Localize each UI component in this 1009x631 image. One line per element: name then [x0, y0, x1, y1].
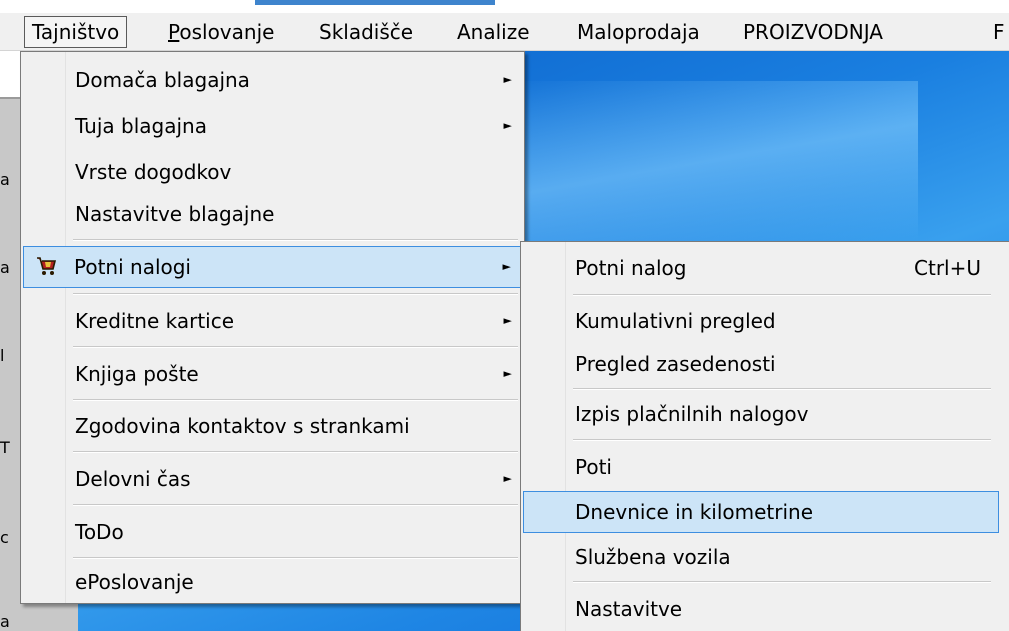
edge-text: l [0, 346, 5, 365]
menu-item-label: Nastavitve [575, 597, 683, 621]
menu-item-label: Zgodovina kontaktov s strankami [75, 414, 410, 438]
submenu-arrow-icon: ► [503, 367, 512, 380]
tajnistvo-dropdown: Domača blagajna ► Tuja blagajna ► Vrste … [20, 51, 525, 604]
menu-separator [573, 294, 991, 296]
menu-item-izpis-placilnih-nalogov[interactable]: Izpis plačnilnih nalogov [523, 394, 1007, 434]
menu-separator [573, 581, 991, 583]
menu-item-label: Nastavitve blagajne [75, 202, 275, 226]
menu-poslovanje-label: oslovanje [179, 20, 275, 44]
edge-text: a [0, 170, 10, 189]
menu-separator [73, 504, 518, 506]
submenu-arrow-icon: ► [503, 119, 512, 132]
menu-item-label: Kreditne kartice [75, 309, 235, 333]
menu-item-dnevnice-in-kilometrine[interactable]: Dnevnice in kilometrine [523, 491, 999, 533]
menu-separator [73, 451, 518, 453]
submenu-arrow-icon: ► [502, 260, 511, 273]
menu-item-domaca-blagajna[interactable]: Domača blagajna ► [23, 60, 522, 100]
menu-item-pregled-zasedenosti[interactable]: Pregled zasedenosti [523, 344, 1007, 384]
potni-nalogi-submenu: Potni nalog Ctrl+U Kumulativni pregled P… [520, 241, 1009, 631]
menu-item-zgodovina-kontaktov[interactable]: Zgodovina kontaktov s strankami [23, 406, 522, 446]
menu-item-delovni-cas[interactable]: Delovni čas ► [23, 459, 522, 499]
menu-item-kreditne-kartice[interactable]: Kreditne kartice ► [23, 301, 522, 341]
menu-item-label: Domača blagajna [75, 68, 250, 92]
menu-item-label: Potni nalogi [74, 255, 191, 279]
menu-bar: Tajništvo Poslovanje Skladišče Analize M… [0, 13, 1009, 51]
menu-separator [73, 346, 518, 348]
edge-text: a [0, 612, 10, 631]
menu-item-label: Izpis plačnilnih nalogov [575, 402, 809, 426]
menu-item-label: Dnevnice in kilometrine [575, 500, 814, 524]
menu-item-label: ToDo [75, 520, 124, 544]
menu-item-knjiga-poste[interactable]: Knjiga pošte ► [23, 354, 522, 394]
menu-separator [73, 293, 518, 295]
menu-item-vrste-dogodkov[interactable]: Vrste dogodkov [23, 152, 522, 192]
menu-item-potni-nalogi[interactable]: Potni nalogi ► [23, 246, 522, 288]
menu-item-label: Kumulativni pregled [575, 309, 776, 333]
menu-item-nastavitve[interactable]: Nastavitve [523, 589, 1007, 629]
menu-item-label: Knjiga pošte [75, 362, 199, 386]
menu-separator [573, 439, 991, 441]
edge-text: c [0, 528, 9, 547]
submenu-arrow-icon: ► [503, 73, 512, 86]
menu-item-eposlovanje[interactable]: ePoslovanje [23, 562, 522, 602]
menu-skladisce[interactable]: Skladišče [312, 17, 420, 47]
menu-analize[interactable]: Analize [450, 17, 537, 47]
menu-item-todo[interactable]: ToDo [23, 512, 522, 552]
menu-item-nastavitve-blagajne[interactable]: Nastavitve blagajne [23, 194, 522, 234]
menu-item-label: Poti [575, 455, 612, 479]
edge-text: a [0, 258, 10, 277]
menu-item-label: Pregled zasedenosti [575, 352, 776, 376]
menu-poslovanje[interactable]: Poslovanje [161, 17, 281, 47]
menu-item-label: ePoslovanje [75, 570, 194, 594]
menu-item-poti[interactable]: Poti [523, 447, 1007, 487]
menu-separator [73, 557, 518, 559]
menu-item-sluzbena-vozila[interactable]: Službena vozila [523, 537, 1007, 577]
menu-separator [73, 399, 518, 401]
mnemonic-letter: P [168, 20, 180, 44]
menu-tajnistvo[interactable]: Tajništvo [24, 16, 128, 48]
menu-separator [73, 239, 518, 241]
menu-item-label: Službena vozila [575, 545, 731, 569]
menu-item-potni-nalog[interactable]: Potni nalog Ctrl+U [523, 248, 1009, 288]
edge-text: T [0, 438, 10, 457]
menu-item-label: Vrste dogodkov [75, 160, 232, 184]
menu-item-label: Tuja blagajna [75, 114, 207, 138]
menu-item-label: Delovni čas [75, 467, 191, 491]
menu-maloprodaja[interactable]: Maloprodaja [570, 17, 707, 47]
submenu-arrow-icon: ► [503, 472, 512, 485]
menu-f[interactable]: F [986, 17, 1009, 47]
title-bar-strip [0, 0, 1009, 13]
menu-item-kumulativni-pregled[interactable]: Kumulativni pregled [523, 301, 1007, 341]
submenu-arrow-icon: ► [503, 314, 512, 327]
cart-icon [37, 257, 57, 275]
shortcut-label: Ctrl+U [914, 256, 981, 280]
menu-item-tuja-blagajna[interactable]: Tuja blagajna ► [23, 106, 522, 146]
menu-item-label: Potni nalog [575, 256, 687, 280]
menu-proizvodnja[interactable]: PROIZVODNJA [736, 17, 890, 47]
menu-separator [573, 388, 991, 390]
